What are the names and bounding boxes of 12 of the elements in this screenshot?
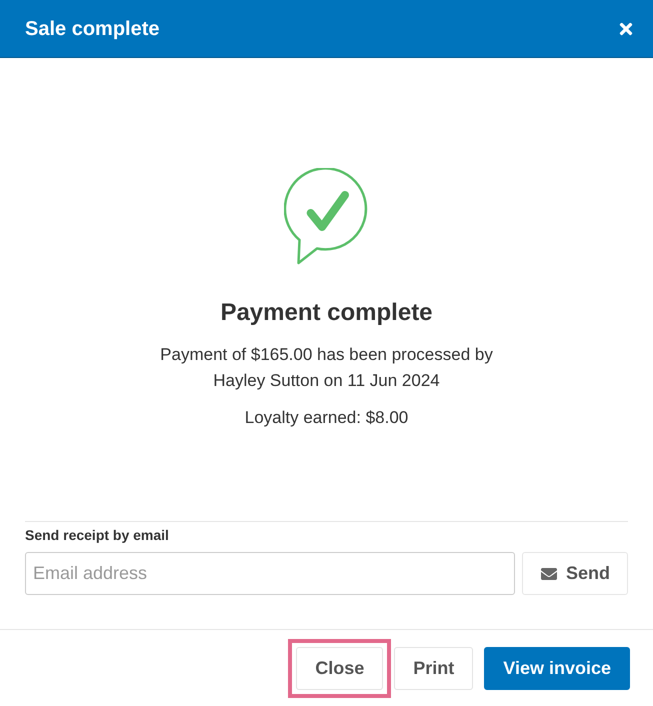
footer-button[interactable]: Print	[394, 646, 474, 690]
footer-button[interactable]: Close	[296, 646, 384, 690]
email-input[interactable]: Email address	[25, 552, 515, 595]
check-speech-bubble-icon	[284, 168, 370, 265]
dialog-title: Sale complete	[25, 16, 160, 42]
email-label: Send receipt by email	[25, 526, 170, 545]
send-button[interactable]: Send	[522, 552, 628, 595]
envelope-icon	[540, 566, 558, 582]
payment-message: Payment of $165.00 has been processed by Hayley Sutton on 11 Jun 2024	[159, 344, 494, 392]
loyalty-text: Loyalty earned: $8.00	[244, 407, 410, 429]
payment-heading: Payment complete	[219, 298, 434, 328]
primary-button[interactable]: View invoice	[484, 646, 630, 690]
